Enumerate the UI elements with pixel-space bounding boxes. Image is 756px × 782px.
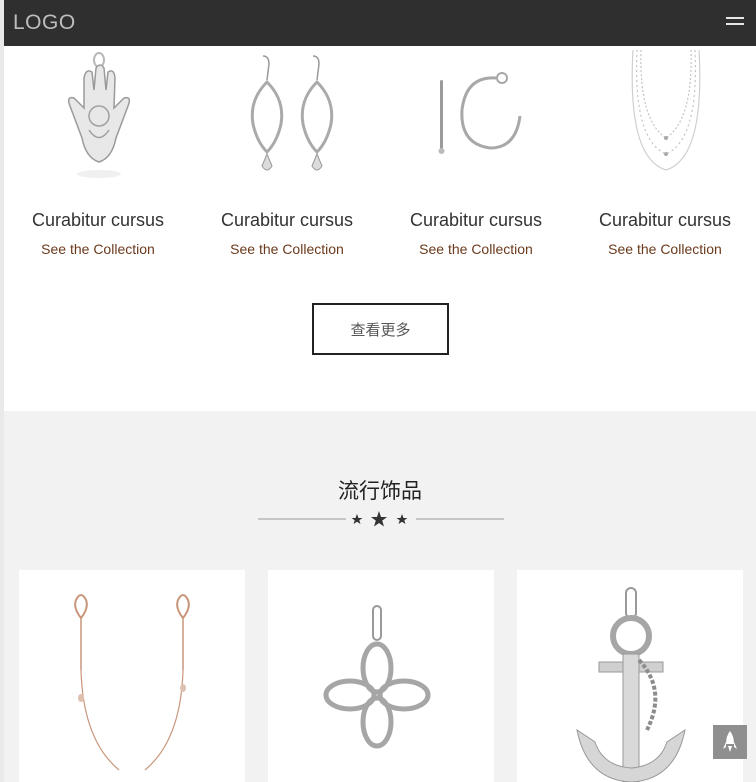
popular-product-card[interactable] [268,570,494,782]
collection-item[interactable]: Curabitur cursus See the Collection [193,46,381,266]
hoop-earring-image [438,72,522,154]
product-name: Curabitur cursus [598,210,732,230]
rose-gold-hamsa-necklace-image [74,594,190,771]
popular-section-title: 流行饰品 [338,479,422,503]
see-collection-link[interactable]: See the Collection [571,241,756,257]
see-collection-link[interactable]: See the Collection [382,241,570,257]
popular-product-card[interactable] [517,570,743,782]
collection-item[interactable]: Curabitur cursus See the Collection [4,46,192,266]
see-collection-link[interactable]: See the Collection [193,241,381,257]
view-more-button[interactable]: 查看更多 [312,303,449,355]
back-to-top-button[interactable] [713,725,747,759]
collection-section: Curabitur cursus See the Collection Cura… [4,46,756,411]
product-name: Curabitur cursus [220,210,354,230]
site-logo[interactable]: LOGO [13,11,76,35]
infinity-knot-pendant-image [323,605,431,749]
three-stars-icon [258,511,504,527]
collection-item[interactable]: Curabitur cursus See the Collection [382,46,570,266]
see-collection-link[interactable]: See the Collection [4,241,192,257]
layered-necklace-image [631,50,701,171]
collection-item[interactable]: Curabitur cursus See the Collection [571,46,756,266]
popular-product-card[interactable] [19,570,245,782]
teardrop-earrings-image [250,55,334,171]
product-name: Curabitur cursus [409,210,543,230]
hamburger-menu-icon[interactable] [726,14,744,28]
rocket-icon [723,731,737,752]
hamsa-pendant-image [67,52,131,178]
anchor-pendant-image [576,587,686,782]
product-name: Curabitur cursus [31,210,165,230]
top-header: LOGO [4,0,756,46]
